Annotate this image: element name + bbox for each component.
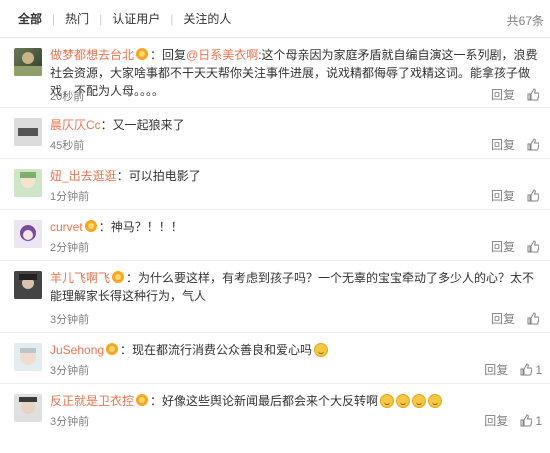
- comment-text: 妞_出去逛逛：可以拍电影了: [50, 167, 540, 185]
- comment-actions: 回复: [491, 136, 542, 153]
- comment-item: 羊儿飞啊飞 ：为什么要这样，有考虑到孩子吗？一个无辜的宝宝牵动了多少人的心？太不能…: [0, 261, 550, 333]
- thumbs-up-icon: [527, 88, 539, 101]
- tab-following[interactable]: 关注的人: [183, 10, 231, 27]
- thumbs-up-icon: [520, 363, 533, 376]
- comment-username[interactable]: 做梦都想去台北: [50, 48, 134, 62]
- like-button[interactable]: [527, 312, 542, 325]
- comment-item: 晨仄仄Cc：又一起狼来了 45秒前 回复: [0, 108, 550, 159]
- reply-button[interactable]: 回复: [491, 187, 515, 204]
- comment-username[interactable]: 反正就是卫衣控: [50, 394, 134, 408]
- comment-username[interactable]: 晨仄仄Cc: [50, 118, 101, 132]
- comment-item: 妞_出去逛逛：可以拍电影了 1分钟前 回复: [0, 159, 550, 210]
- comment-item: 做梦都想去台北 ：回复@日系美衣啊:这个母亲因为家庭矛盾就自编自演这一系列剧，浪费…: [0, 38, 550, 108]
- vip-badge-icon: [136, 394, 149, 406]
- thumbs-up-icon: [520, 414, 533, 427]
- like-button[interactable]: [527, 138, 542, 151]
- vip-badge-icon: [112, 271, 125, 283]
- comment-actions: 回复: [491, 187, 542, 204]
- comment-text: 晨仄仄Cc：又一起狼来了: [50, 116, 540, 134]
- like-count: 1: [535, 413, 542, 428]
- avatar[interactable]: [14, 48, 42, 76]
- comment-item: 反正就是卫衣控 ：好像这些舆论新闻最后都会来个大反转啊 3分钟前 回复 1: [0, 384, 550, 435]
- tab-divider: |: [170, 11, 174, 26]
- comment-content: ：现在都流行消费公众善良和爱心吗: [120, 343, 313, 357]
- avatar[interactable]: [14, 169, 42, 197]
- comment-item: curvet ：神马？！！！ 2分钟前 回复: [0, 210, 550, 261]
- comment-username[interactable]: 妞_出去逛逛: [50, 169, 117, 183]
- comment-text: JuSehong ：现在都流行消费公众善良和爱心吗: [50, 341, 540, 359]
- reply-button[interactable]: 回复: [491, 86, 515, 103]
- comment-time: 2分钟前: [50, 242, 90, 254]
- comment-actions: 回复 1: [484, 412, 542, 429]
- avatar-image: [14, 343, 42, 371]
- comment-content: ：可以拍电影了: [116, 169, 201, 183]
- comment-username[interactable]: JuSehong: [50, 343, 104, 357]
- tab-all[interactable]: 全部: [18, 10, 42, 27]
- comment-username[interactable]: curvet: [50, 220, 83, 234]
- comment-content: ：好像这些舆论新闻最后都会来个大反转啊: [150, 394, 379, 408]
- emoji-icon: [412, 394, 427, 408]
- comment-filter-tabs: 全部 | 热门 | 认证用户 | 关注的人 共67条: [0, 0, 550, 38]
- reply-button[interactable]: 回复: [491, 136, 515, 153]
- comment-time: 3分钟前: [50, 314, 90, 326]
- avatar[interactable]: [14, 343, 42, 371]
- comment-time: 3分钟前: [50, 416, 90, 428]
- like-count: 1: [535, 362, 542, 377]
- avatar-image: [14, 52, 42, 76]
- comment-item: JuSehong ：现在都流行消费公众善良和爱心吗 3分钟前 回复 1: [0, 333, 550, 384]
- avatar-image: [14, 169, 42, 197]
- vip-badge-icon: [136, 48, 149, 60]
- emoji-icon: [314, 343, 329, 357]
- like-button[interactable]: 1: [520, 414, 542, 428]
- comment-time: 20秒前: [50, 91, 85, 103]
- avatar[interactable]: [14, 394, 42, 422]
- emoji-icon: [380, 394, 395, 408]
- comment-time: 1分钟前: [50, 191, 90, 203]
- mention-link[interactable]: @日系美衣啊: [186, 48, 258, 62]
- reply-button[interactable]: 回复: [491, 310, 515, 327]
- comment-actions: 回复: [491, 86, 542, 103]
- avatar-image: [14, 118, 42, 146]
- like-button[interactable]: [527, 88, 542, 101]
- comment-text: curvet ：神马？！！！: [50, 218, 540, 236]
- reply-button[interactable]: 回复: [484, 361, 508, 378]
- tab-divider: |: [52, 11, 56, 26]
- like-button[interactable]: [527, 189, 542, 202]
- comment-actions: 回复: [491, 238, 542, 255]
- tab-hot[interactable]: 热门: [65, 10, 89, 27]
- avatar[interactable]: [14, 271, 42, 299]
- comment-text: 做梦都想去台北 ：回复@日系美衣啊:这个母亲因为家庭矛盾就自编自演这一系列剧，浪费…: [50, 46, 540, 100]
- comment-time: 3分钟前: [50, 365, 90, 377]
- tab-divider: |: [99, 11, 103, 26]
- avatar[interactable]: [14, 220, 42, 248]
- avatar-image: [14, 394, 42, 422]
- like-button[interactable]: [527, 240, 542, 253]
- comment-content: ：神马？！！！: [98, 220, 183, 234]
- vip-badge-icon: [84, 220, 97, 232]
- avatar-image: [14, 271, 42, 299]
- tab-verified-users[interactable]: 认证用户: [112, 10, 160, 27]
- avatar[interactable]: [14, 118, 42, 146]
- reply-button[interactable]: 回复: [491, 238, 515, 255]
- emoji-icon: [428, 394, 443, 408]
- comment-time: 45秒前: [50, 140, 85, 152]
- comment-username[interactable]: 羊儿飞啊飞: [50, 271, 110, 285]
- thumbs-up-icon: [527, 138, 539, 151]
- thumbs-up-icon: [527, 312, 539, 325]
- like-button[interactable]: 1: [520, 363, 542, 377]
- vip-badge-icon: [106, 343, 119, 355]
- comment-reply-prefix: ：回复: [150, 48, 187, 62]
- thumbs-up-icon: [527, 189, 539, 202]
- comment-actions: 回复 1: [484, 361, 542, 378]
- thumbs-up-icon: [527, 240, 539, 253]
- comment-content: ：又一起狼来了: [100, 118, 185, 132]
- comment-total-count: 共67条: [506, 14, 544, 28]
- comment-text: 反正就是卫衣控 ：好像这些舆论新闻最后都会来个大反转啊: [50, 392, 540, 410]
- comment-actions: 回复: [491, 310, 542, 327]
- emoji-icon: [396, 394, 411, 408]
- avatar-image: [14, 220, 42, 248]
- reply-button[interactable]: 回复: [484, 412, 508, 429]
- comment-text: 羊儿飞啊飞 ：为什么要这样，有考虑到孩子吗？一个无辜的宝宝牵动了多少人的心？太不能…: [50, 269, 540, 305]
